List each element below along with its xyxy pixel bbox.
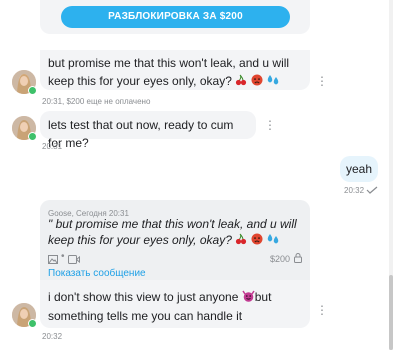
unlock-button[interactable]: РАЗБЛОКИРОВКА ЗА $200 <box>61 6 290 28</box>
message-bubble: but promise me that this won't leak, and… <box>40 50 310 90</box>
message-time: 20:32 <box>344 186 365 196</box>
message-meta: 20:32 <box>344 186 378 196</box>
angry-face-icon <box>251 233 263 249</box>
online-indicator <box>28 319 37 328</box>
sweat-droplets-icon <box>266 233 280 249</box>
sweat-droplets-icon <box>266 73 280 91</box>
more-dots-icon: ⋮ <box>264 118 276 132</box>
message-bubble-outgoing: yeah <box>340 156 378 182</box>
more-options-button[interactable]: ⋮ <box>316 75 328 87</box>
cherries-icon <box>235 73 247 91</box>
scrollbar-thumb[interactable] <box>389 275 393 350</box>
more-options-button[interactable]: ⋮ <box>316 304 328 316</box>
more-options-button[interactable]: ⋮ <box>264 119 276 131</box>
quote-body: " but promise me that this won't leak, a… <box>48 216 304 249</box>
message-time: 20:32 <box>42 332 63 341</box>
message-text: i don't show this view to just anyone <box>48 290 239 304</box>
message-text: yeah <box>345 162 373 176</box>
online-indicator <box>28 86 37 95</box>
message-body: i don't show this view to just anyone bu… <box>48 288 306 325</box>
message-text: lets test that out now, ready to cum for… <box>48 118 234 150</box>
separator-dot: • <box>61 251 65 262</box>
message-time: 20:31 <box>42 97 63 106</box>
paywall-card: РАЗБЛОКИРОВКА ЗА $200 <box>40 0 310 34</box>
message-bubble-with-quote: Goose, Сегодня 20:31 " but promise me th… <box>40 200 310 328</box>
quote-media-row: • $200 <box>48 250 304 264</box>
read-check-icon <box>366 186 378 196</box>
quoted-message[interactable]: Goose, Сегодня 20:31 " but promise me th… <box>40 200 310 280</box>
more-dots-icon: ⋮ <box>316 74 328 88</box>
message-time: 20:31 <box>42 142 63 151</box>
lock-icon <box>294 250 302 268</box>
show-message-link[interactable]: Показать сообщение <box>48 265 146 283</box>
message-meta: 20:31, $200 еще не оплачено <box>42 97 151 106</box>
message-bubble: lets test that out now, ready to cum for… <box>40 111 256 150</box>
cherries-icon <box>235 233 247 249</box>
angry-face-icon <box>251 73 263 91</box>
more-dots-icon: ⋮ <box>316 303 328 317</box>
quote-price: $200 <box>269 254 290 264</box>
smiling-devil-icon <box>242 289 255 307</box>
price-status: $200 еще не оплачено <box>66 97 151 106</box>
online-indicator <box>28 132 37 141</box>
